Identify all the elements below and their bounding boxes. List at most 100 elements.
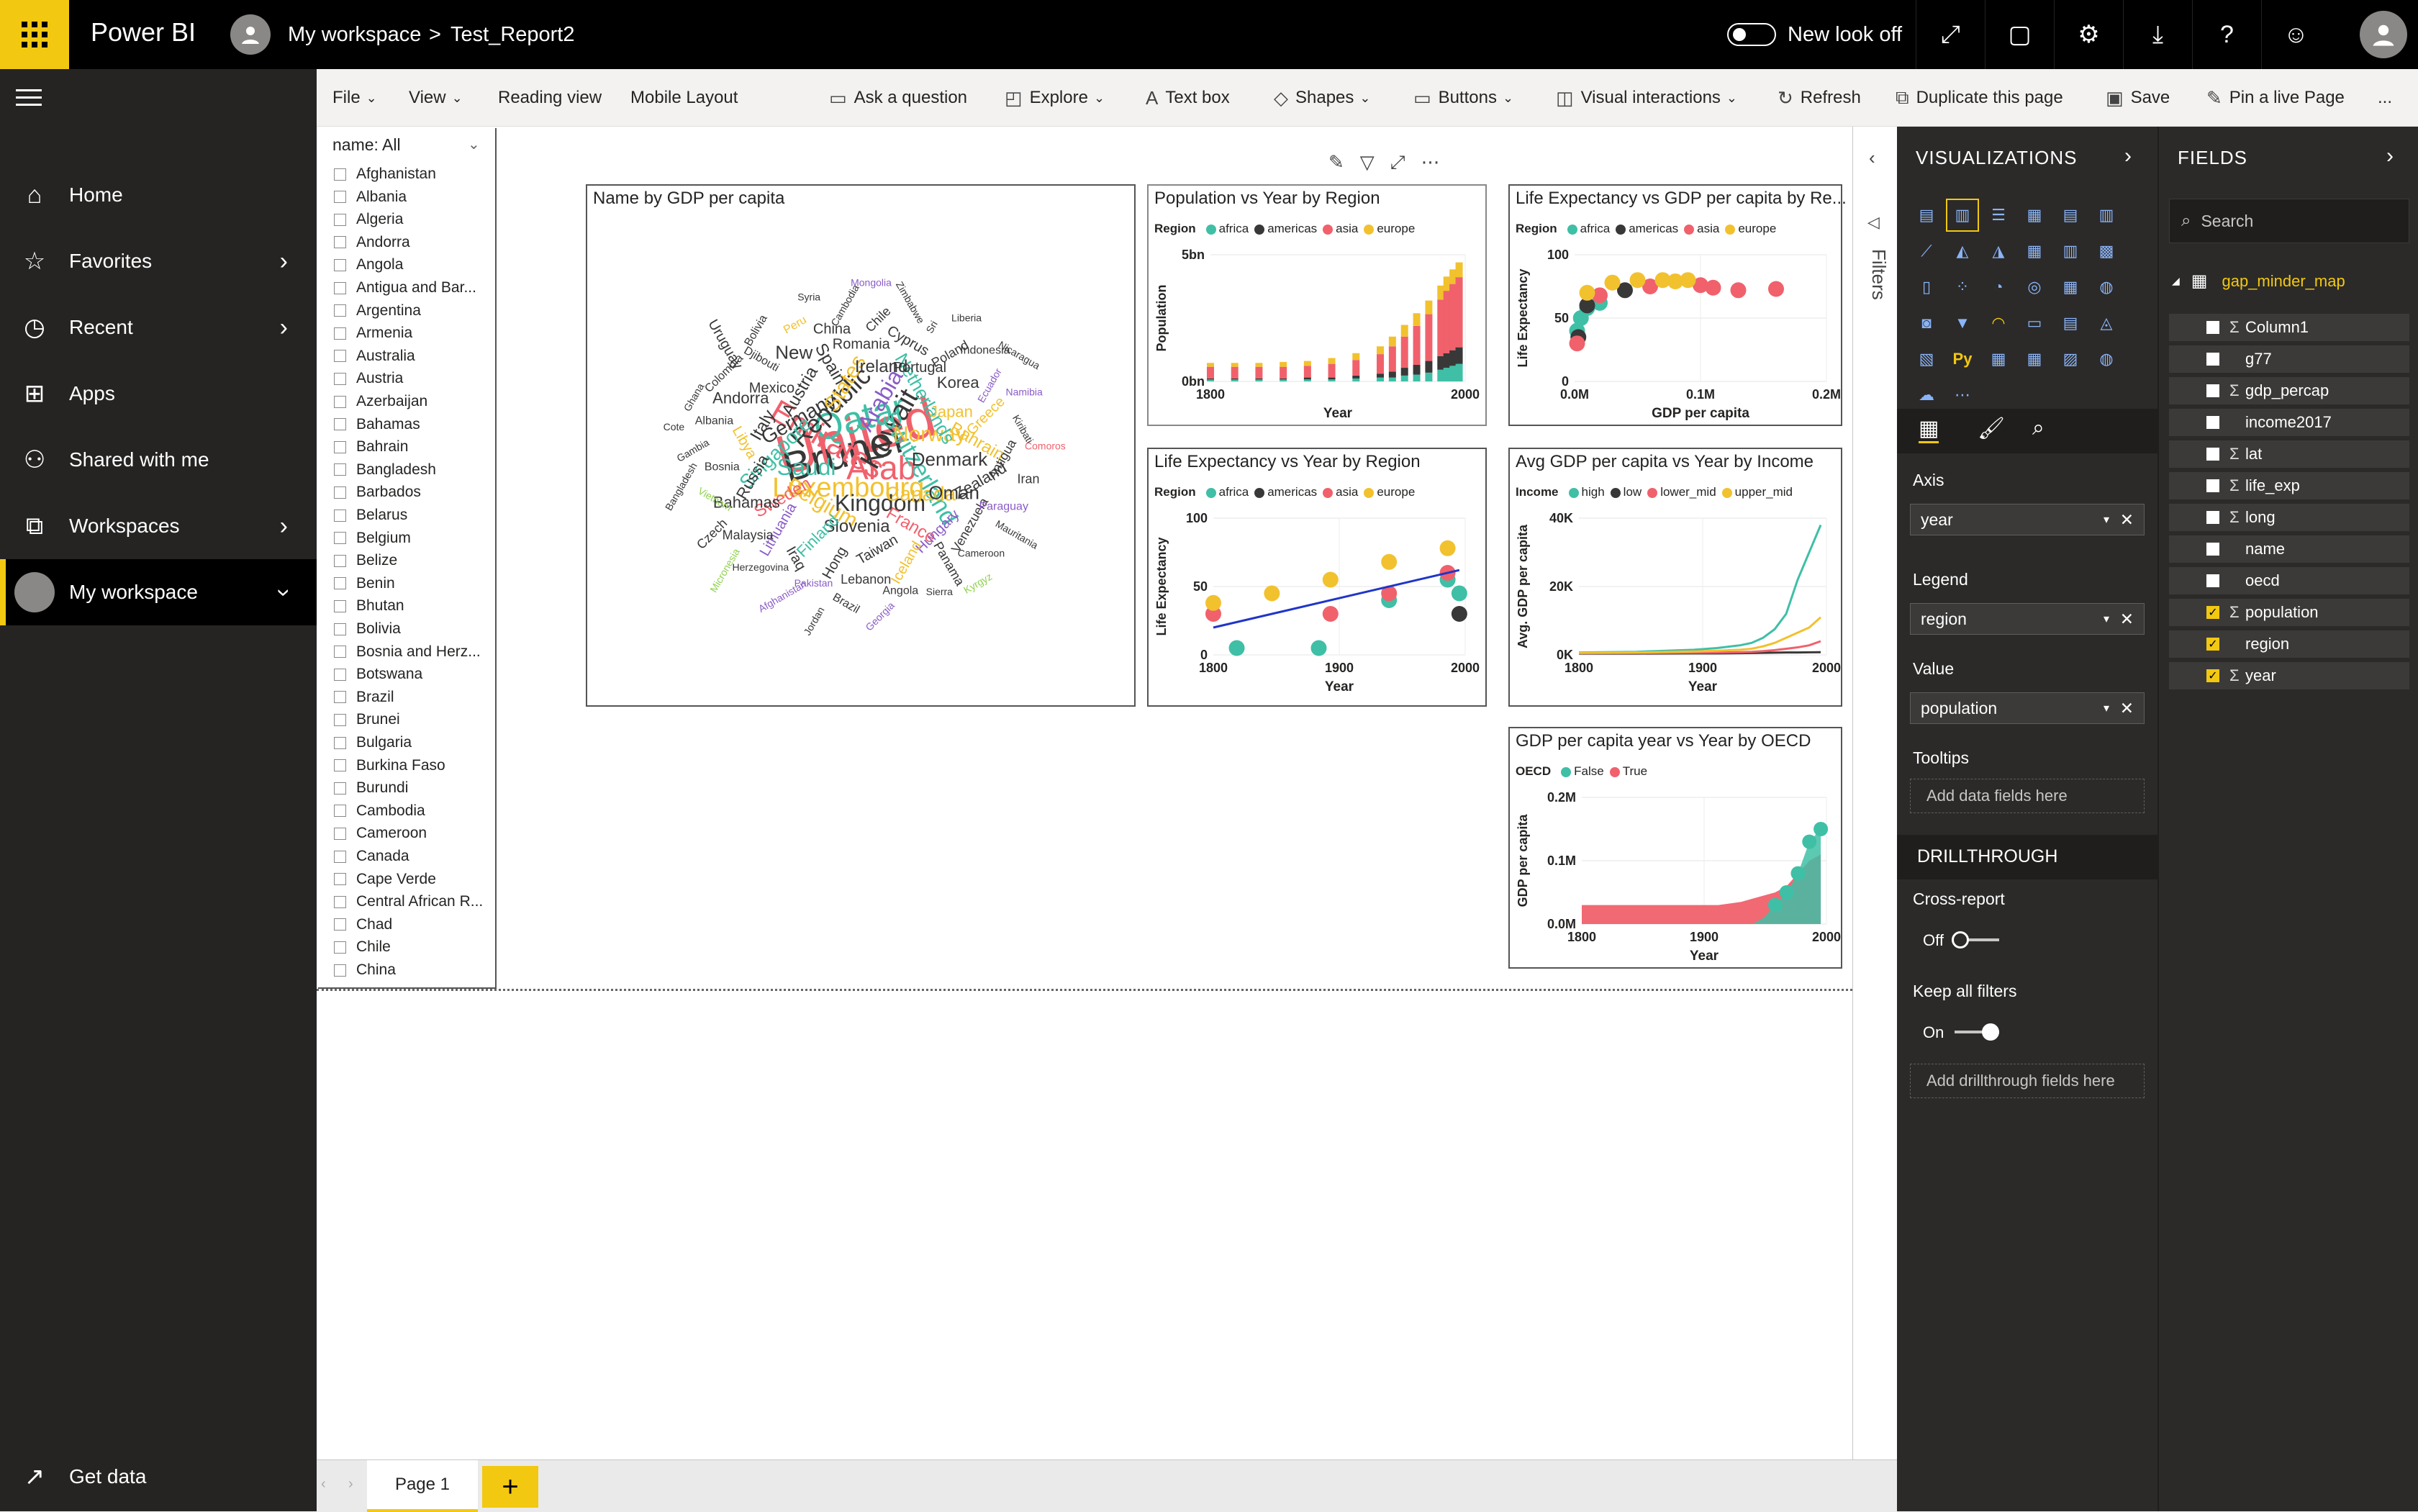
add-page-button[interactable]: + bbox=[482, 1466, 538, 1508]
wordcloud-word[interactable]: Cameroon bbox=[958, 548, 1005, 559]
bar[interactable] bbox=[1231, 363, 1239, 367]
scatter-point[interactable] bbox=[1768, 281, 1784, 297]
bar[interactable] bbox=[1328, 377, 1336, 380]
legend-item[interactable]: upper_mid bbox=[1721, 485, 1793, 499]
pie-chart-icon[interactable]: ◔ bbox=[1982, 271, 2015, 304]
legend-item[interactable]: americas bbox=[1254, 222, 1317, 236]
checkbox[interactable] bbox=[334, 213, 346, 226]
wordcloud-word[interactable]: Ghana bbox=[682, 381, 707, 414]
legend-item[interactable]: True bbox=[1609, 764, 1647, 779]
checkbox[interactable] bbox=[334, 554, 346, 567]
clustered-column-icon[interactable]: ▦ bbox=[2018, 199, 2051, 232]
area-chart-icon[interactable]: ◭ bbox=[1946, 235, 1979, 268]
slicer-item[interactable]: Bolivia bbox=[334, 620, 401, 638]
slicer-item[interactable]: Armenia bbox=[334, 325, 412, 342]
nav-workspaces[interactable]: ⧉ Workspaces › bbox=[0, 493, 317, 559]
tooltips-well[interactable]: Add data fields here bbox=[1910, 779, 2145, 813]
checkbox[interactable] bbox=[334, 258, 346, 271]
legend-item[interactable]: lower_mid bbox=[1647, 485, 1716, 499]
scatter-point[interactable] bbox=[1322, 606, 1339, 622]
slicer-item[interactable]: Austria bbox=[334, 370, 403, 387]
table-icon[interactable]: ▦ bbox=[1982, 343, 2015, 376]
bar[interactable] bbox=[1413, 325, 1421, 365]
ribbon-chart-icon[interactable]: ▩ bbox=[2090, 235, 2123, 268]
field-item[interactable]: Σlife_exp bbox=[2169, 472, 2409, 499]
bar[interactable] bbox=[1425, 300, 1433, 314]
bar[interactable] bbox=[1280, 361, 1287, 367]
checkbox[interactable] bbox=[334, 964, 346, 977]
legend-item[interactable]: asia bbox=[1323, 222, 1358, 236]
wordcloud-word[interactable]: Sierra bbox=[926, 586, 954, 597]
pin-icon[interactable]: ✎ bbox=[1328, 151, 1344, 174]
slicer-item[interactable]: Bahrain bbox=[334, 438, 408, 456]
wordcloud-word[interactable]: Liberia bbox=[951, 312, 982, 324]
legend-item[interactable]: asia bbox=[1323, 485, 1358, 499]
slicer-item[interactable]: Barbados bbox=[334, 484, 421, 501]
checkbox[interactable] bbox=[2206, 574, 2219, 587]
checkbox[interactable] bbox=[334, 736, 346, 749]
more-options-icon[interactable]: ⋯ bbox=[1421, 151, 1440, 174]
scatter-point[interactable] bbox=[1767, 897, 1783, 913]
refresh-button[interactable]: ↻ Refresh bbox=[1778, 69, 1861, 127]
matrix-icon[interactable]: ▦ bbox=[2018, 343, 2051, 376]
bar[interactable] bbox=[1388, 371, 1396, 378]
bar[interactable] bbox=[1207, 363, 1214, 367]
checkbox[interactable] bbox=[2206, 543, 2219, 556]
bar[interactable] bbox=[1328, 358, 1336, 364]
bar[interactable] bbox=[1400, 368, 1408, 376]
line-column-icon[interactable]: ▦ bbox=[2018, 235, 2051, 268]
checkbox[interactable] bbox=[2206, 416, 2219, 429]
checkbox[interactable] bbox=[334, 236, 346, 249]
bar[interactable] bbox=[1455, 363, 1463, 381]
treemap-icon[interactable]: ▦ bbox=[2054, 271, 2087, 304]
wordcloud-word[interactable]: Gambia bbox=[675, 436, 712, 463]
wordcloud-word[interactable]: Malaysia bbox=[723, 528, 774, 542]
slicer-item[interactable]: Australia bbox=[334, 348, 415, 365]
card-icon[interactable]: ▭ bbox=[2018, 307, 2051, 340]
slicer-item[interactable]: Belize bbox=[334, 552, 397, 569]
gdp-oecd-chart[interactable]: GDP per capita year vs Year by OECD OECD… bbox=[1508, 727, 1842, 969]
stacked-area-icon[interactable]: ◮ bbox=[1982, 235, 2015, 268]
bar[interactable] bbox=[1400, 336, 1408, 368]
checkbox[interactable] bbox=[334, 782, 346, 795]
population-chart[interactable]: Population vs Year by Region Region afric… bbox=[1147, 184, 1487, 426]
chevron-down-icon[interactable]: ▾ bbox=[2104, 701, 2109, 715]
slicer-item[interactable]: Canada bbox=[334, 848, 409, 865]
legend-item[interactable]: high bbox=[1568, 485, 1605, 499]
bar[interactable] bbox=[1400, 375, 1408, 381]
bar[interactable] bbox=[1352, 378, 1360, 381]
bar[interactable] bbox=[1377, 374, 1384, 378]
mobile-layout-button[interactable]: Mobile Layout bbox=[630, 69, 738, 127]
slicer-item[interactable]: Cambodia bbox=[334, 802, 425, 820]
bar[interactable] bbox=[1413, 364, 1421, 375]
slicer-item[interactable]: Brazil bbox=[334, 689, 394, 706]
checkbox[interactable] bbox=[334, 759, 346, 772]
checkbox[interactable] bbox=[334, 395, 346, 408]
ask-question-button[interactable]: ▭ Ask a question bbox=[829, 69, 967, 127]
scatter-point[interactable] bbox=[1310, 640, 1327, 656]
bar[interactable] bbox=[1455, 262, 1463, 278]
scatter-point[interactable] bbox=[1439, 540, 1456, 556]
checkbox[interactable] bbox=[334, 281, 346, 294]
view-menu[interactable]: View ⌄ bbox=[409, 69, 463, 127]
scatter-point[interactable] bbox=[1579, 284, 1595, 301]
cloud-icon[interactable]: ☁ bbox=[1910, 379, 1943, 412]
fields-search[interactable]: ⌕ Search bbox=[2169, 199, 2409, 243]
chevron-down-icon[interactable]: ▾ bbox=[2104, 612, 2109, 626]
field-item[interactable]: oecd bbox=[2169, 567, 2409, 594]
bar[interactable] bbox=[1328, 379, 1336, 381]
bar[interactable] bbox=[1388, 346, 1396, 372]
slicer-item[interactable]: Burkina Faso bbox=[334, 757, 445, 774]
feedback-button[interactable]: ☺ bbox=[2261, 0, 2330, 69]
focus-mode-icon[interactable]: ⤢ bbox=[1390, 151, 1405, 174]
bar[interactable] bbox=[1231, 379, 1239, 381]
wordcloud-word[interactable]: Sri bbox=[923, 319, 939, 335]
checkbox[interactable] bbox=[334, 599, 346, 612]
name-slicer[interactable]: name: All ⌄ Afghanistan Albania Algeria And… bbox=[318, 128, 497, 989]
legend-well[interactable]: region ▾ ✕ bbox=[1910, 603, 2145, 635]
bar[interactable] bbox=[1280, 379, 1287, 381]
slicer-item[interactable]: Cape Verde bbox=[334, 871, 436, 888]
bar[interactable] bbox=[1400, 325, 1408, 337]
wordcloud-word[interactable]: Peru bbox=[782, 314, 809, 337]
field-item[interactable]: ✓ Σyear bbox=[2169, 662, 2409, 689]
